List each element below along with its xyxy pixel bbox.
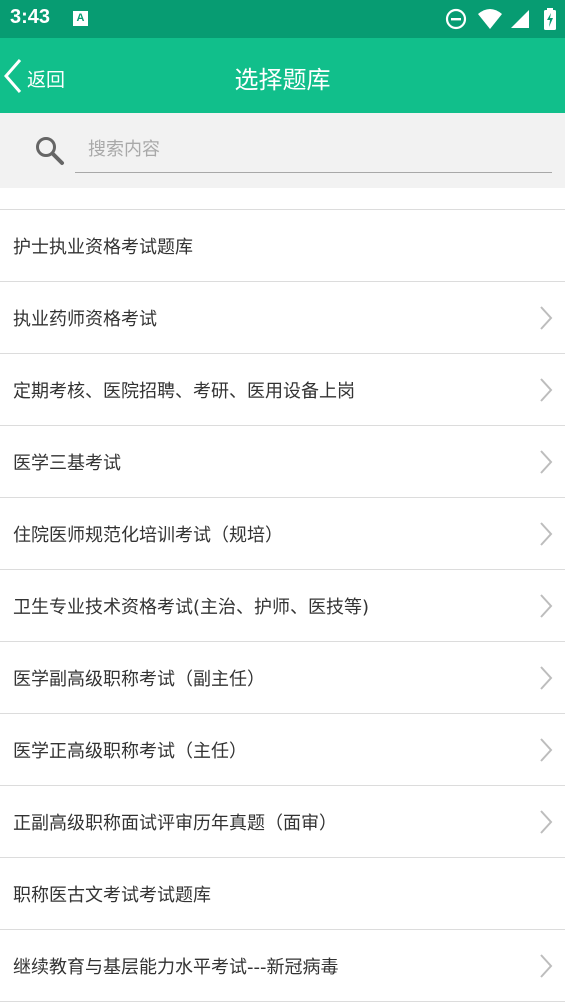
list-item[interactable]: 医学三基考试: [0, 426, 565, 498]
list-item-label: 职称医古文考试考试题库: [13, 885, 211, 906]
chevron-right-icon: [540, 954, 553, 978]
list-item-label: 护士执业资格考试题库: [13, 237, 193, 258]
list-item-label: 医学正高级职称考试（主任）: [13, 741, 247, 762]
list-item-label: 定期考核、医院招聘、考研、医用设备上岗: [13, 381, 355, 402]
list-item-label: 住院医师规范化培训考试（规培）: [13, 525, 283, 546]
list-item-label: 正副高级职称面试评审历年真题（面审）: [13, 813, 337, 834]
list-item-label: 卫生专业技术资格考试(主治、护师、医技等): [13, 597, 370, 618]
list-item[interactable]: 执业药师资格考试: [0, 282, 565, 354]
wifi-icon: [478, 9, 502, 29]
chevron-right-icon: [540, 306, 553, 330]
question-bank-list: 护士执业资格考试题库 执业药师资格考试定期考核、医院招聘、考研、医用设备上岗 医学三…: [0, 188, 565, 1002]
do-not-disturb-icon: [445, 8, 467, 30]
chevron-right-icon: [540, 522, 553, 546]
list-item[interactable]: 职称医古文考试考试题库: [0, 858, 565, 930]
status-time: 3:43: [10, 6, 51, 28]
notification-a-icon: A: [73, 11, 88, 26]
search-bar: [0, 113, 565, 188]
list-item[interactable]: 护士执业资格考试题库: [0, 210, 565, 282]
list-item-label: 继续教育与基层能力水平考试---新冠病毒: [13, 957, 339, 978]
battery-icon: [544, 8, 556, 30]
list-top-divider: [0, 188, 565, 210]
list-item[interactable]: 住院医师规范化培训考试（规培）: [0, 498, 565, 570]
app-bar: 返回 选择题库: [0, 38, 565, 113]
list-item[interactable]: 卫生专业技术资格考试(主治、护师、医技等): [0, 570, 565, 642]
chevron-right-icon: [540, 450, 553, 474]
chevron-right-icon: [540, 738, 553, 762]
search-icon: [36, 137, 64, 165]
list-item[interactable]: 继续教育与基层能力水平考试---新冠病毒: [0, 930, 565, 1002]
list-item[interactable]: 正副高级职称面试评审历年真题（面审）: [0, 786, 565, 858]
list-item[interactable]: 医学正高级职称考试（主任）: [0, 714, 565, 786]
status-bar: 3:43 A: [0, 0, 565, 38]
chevron-right-icon: [540, 810, 553, 834]
page-title: 选择题库: [234, 66, 331, 94]
list-item-label: 医学三基考试: [13, 453, 121, 474]
chevron-right-icon: [540, 594, 553, 618]
signal-icon: [511, 10, 529, 28]
chevron-right-icon: [540, 666, 553, 690]
list-item-label: 执业药师资格考试: [13, 309, 157, 330]
list-item[interactable]: 定期考核、医院招聘、考研、医用设备上岗: [0, 354, 565, 426]
search-input[interactable]: [75, 127, 552, 173]
list-item-label: 医学副高级职称考试（副主任）: [13, 669, 265, 690]
chevron-right-icon: [540, 378, 553, 402]
list-item[interactable]: 医学副高级职称考试（副主任）: [0, 642, 565, 714]
